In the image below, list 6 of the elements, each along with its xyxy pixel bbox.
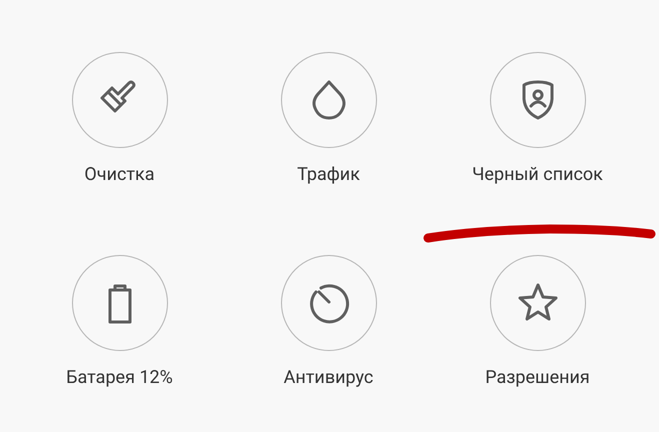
tile-label: Разрешения — [485, 367, 590, 389]
tile-label: Батарея 12% — [66, 367, 173, 389]
tile-label: Черный список — [472, 164, 603, 186]
tile-label: Антивирус — [284, 367, 374, 389]
tile-label: Трафик — [297, 164, 360, 186]
tile-label: Очистка — [84, 164, 155, 186]
